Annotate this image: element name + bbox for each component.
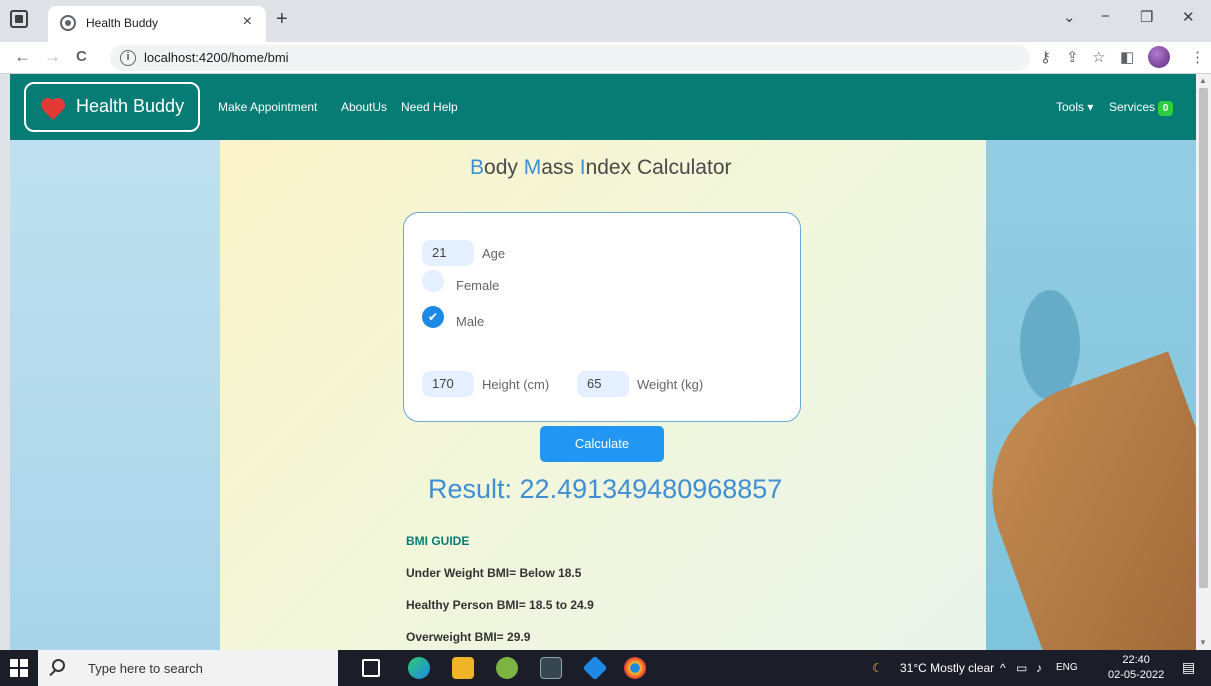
nav-link-need-help[interactable]: Need Help [401,100,458,114]
clock-time: 22:40 [1122,654,1150,666]
chevron-up-icon[interactable]: ^ [1000,661,1006,675]
male-radio[interactable]: ✔ [422,306,444,328]
vscode-icon[interactable] [582,655,608,681]
weight-label: Weight (kg) [637,377,704,392]
checkmark-icon: ✔ [427,310,439,324]
page-scrollbar[interactable]: ▲ ▼ [1196,74,1211,650]
windows-start-icon[interactable] [10,659,28,677]
brand-logo[interactable]: Health Buddy [24,82,200,132]
title-letter-m: M [523,156,542,179]
chrome-icon[interactable] [624,657,646,679]
share-icon[interactable]: ⇪ [1066,48,1079,66]
services-badge: 0 [1158,101,1174,116]
services-link[interactable]: Services 0 [1109,100,1174,116]
brand-name: Health Buddy [76,96,185,116]
address-bar-row: ← → C i localhost:4200/home/bmi ⚷ ⇪ ☆ ◧ … [0,42,1211,74]
bookmark-star-icon[interactable]: ☆ [1092,48,1105,66]
age-label: Age [482,246,506,261]
age-input[interactable]: 21 [422,240,474,266]
bmi-form-card: 21 Age Female ✔ Male 170 Height (cm) 65 … [403,212,801,422]
bmi-guide-title: BMI GUIDE [406,534,470,548]
guide-overweight: Overweight BMI= 29.9 [406,630,531,644]
female-label: Female [456,278,500,293]
profile-avatar[interactable] [1148,46,1170,68]
tools-dropdown[interactable]: Tools ▾ [1056,100,1093,114]
height-label: Height (cm) [482,377,550,392]
close-window-button[interactable]: ✕ [1182,8,1195,26]
globe-icon [60,15,76,31]
title-word-index: ndex Calculator [585,156,732,179]
windows-taskbar: Type here to search ☾ 31°C Mostly clear … [0,650,1211,686]
scrollbar-thumb[interactable] [1199,88,1208,588]
nav-link-make-appointment[interactable]: Make Appointment [218,100,317,114]
window-menu-icon[interactable] [10,10,28,28]
weather-text[interactable]: 31°C Mostly clear [900,661,994,675]
back-button[interactable]: ← [14,47,31,67]
weather-moon-icon[interactable]: ☾ [872,661,883,675]
heart-icon [43,100,63,120]
weight-input[interactable]: 65 [577,371,629,397]
male-label: Male [456,314,485,329]
network-icon[interactable]: ▭ [1016,661,1027,675]
url-field[interactable]: i localhost:4200/home/bmi [110,45,1030,71]
more-menu-icon[interactable]: ⋮ [1190,48,1205,66]
reload-button[interactable]: C [76,48,87,65]
taskbar-clock[interactable]: 22:40 02-05-2022 [1108,653,1164,683]
language-indicator[interactable]: ENG [1056,662,1078,673]
close-tab-icon[interactable]: × [243,13,252,31]
file-explorer-icon[interactable] [452,657,474,679]
female-radio[interactable] [422,270,444,292]
title-word-body: ody [484,156,524,179]
nav-link-about-us[interactable]: AboutUs [341,100,387,114]
search-icon [52,659,65,672]
minimize-button[interactable]: − [1101,8,1110,25]
title-letter-b: B [470,156,485,179]
clock-date: 02-05-2022 [1108,669,1165,681]
tab-title: Health Buddy [86,16,159,30]
scroll-down-icon[interactable]: ▼ [1199,638,1207,647]
notification-icon[interactable]: ▤ [1182,659,1195,676]
page-background: Body Mass Index Calculator 21 Age Female… [10,140,1196,650]
guide-underweight: Under Weight BMI= Below 18.5 [406,566,582,580]
background-decoration [1020,290,1080,400]
bmi-content: Body Mass Index Calculator 21 Age Female… [220,140,986,650]
restore-button[interactable]: ❐ [1140,8,1153,26]
guide-healthy: Healthy Person BMI= 18.5 to 24.9 [406,598,594,612]
green-app-icon[interactable] [496,657,518,679]
services-label: Services [1109,100,1156,114]
taskbar-search[interactable]: Type here to search [38,650,338,686]
bmi-result: Result: 22.491349480968857 [428,474,783,504]
title-word-mass: ass [541,156,580,179]
background-left [10,140,220,650]
app-navbar: Health Buddy Make Appointment AboutUs Ne… [10,74,1196,140]
new-tab-button[interactable]: + [276,8,288,31]
tab-search-icon[interactable]: ⌄ [1063,8,1076,26]
edge-icon[interactable] [408,657,430,679]
key-icon[interactable]: ⚷ [1040,48,1051,66]
scroll-up-icon[interactable]: ▲ [1199,76,1207,85]
info-icon[interactable]: i [120,50,136,66]
url-text: localhost:4200/home/bmi [144,50,289,65]
volume-icon[interactable]: ♪ [1036,661,1042,675]
calculate-button[interactable]: Calculate [540,426,664,462]
task-view-icon[interactable] [362,659,380,677]
browser-tab[interactable]: Health Buddy × [48,6,266,42]
terminal-icon[interactable] [540,657,562,679]
page-title: Body Mass Index Calculator [470,156,732,180]
side-panel-icon[interactable]: ◧ [1120,48,1134,66]
forward-button[interactable]: → [44,47,61,67]
browser-tab-bar: Health Buddy × + ⌄ − ❐ ✕ [0,0,1211,42]
search-placeholder: Type here to search [88,661,203,676]
height-input[interactable]: 170 [422,371,474,397]
